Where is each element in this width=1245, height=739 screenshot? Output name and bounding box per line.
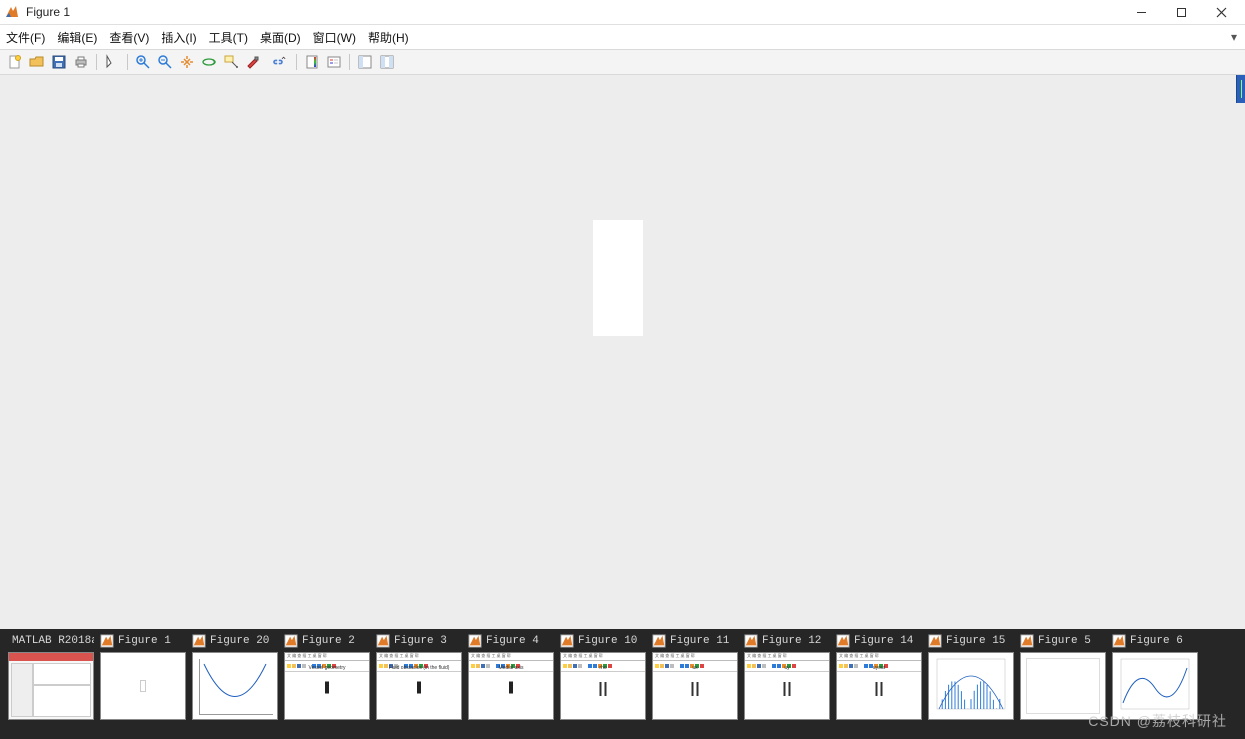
taskbar-item[interactable]: Figure 14文 编 查 插 工 桌 窗 帮uyout — [836, 633, 922, 739]
menu-desktop[interactable]: 桌面(D) — [260, 29, 301, 46]
menu-chevron-icon[interactable]: ▾ — [1231, 30, 1237, 44]
minimize-button[interactable] — [1121, 0, 1161, 24]
plot-content-rect — [593, 220, 643, 336]
menu-help[interactable]: 帮助(H) — [368, 29, 409, 46]
print-button[interactable] — [71, 52, 91, 72]
taskbar-item[interactable]: Figure 11文 编 查 插 工 桌 窗 帮ux — [652, 633, 738, 739]
data-cursor-button[interactable] — [221, 52, 241, 72]
edit-plot-button[interactable] — [102, 52, 122, 72]
window-title: Figure 1 — [26, 5, 70, 19]
taskbar-item-label: Figure 12 — [762, 635, 821, 647]
rotate-3d-button[interactable] — [199, 52, 219, 72]
taskbar-item-label: Figure 14 — [854, 635, 913, 647]
zoom-in-button[interactable] — [133, 52, 153, 72]
taskbar-item[interactable]: Figure 3文 编 查 插 工 桌 窗 帮Fluid obstacles (… — [376, 633, 462, 739]
taskbar: MATLAB R2018a Figure 1 Figure 20 Figure 2文 … — [0, 629, 1245, 739]
link-data-button[interactable] — [265, 52, 291, 72]
save-button[interactable] — [49, 52, 69, 72]
menubar: 文件(F) 编辑(E) 查看(V) 插入(I) 工具(T) 桌面(D) 窗口(W… — [0, 25, 1245, 49]
brush-button[interactable] — [243, 52, 263, 72]
taskbar-item[interactable]: Figure 15 — [928, 633, 1014, 739]
taskbar-item[interactable]: MATLAB R2018a — [8, 633, 94, 739]
taskbar-item[interactable]: Figure 10文 编 查 插 工 桌 窗 帮rho — [560, 633, 646, 739]
taskbar-item[interactable]: Figure 2文 编 查 插 工 桌 窗 帮Vessel geometry — [284, 633, 370, 739]
taskbar-item-label: MATLAB R2018a — [12, 635, 94, 647]
taskbar-item-label: Figure 1 — [118, 635, 171, 647]
taskbar-item-label: Figure 11 — [670, 635, 729, 647]
taskbar-item-label: Figure 10 — [578, 635, 637, 647]
insert-legend-button[interactable] — [324, 52, 344, 72]
insert-colorbar-button[interactable] — [302, 52, 322, 72]
taskbar-item[interactable]: Figure 1 — [100, 633, 186, 739]
titlebar: Figure 1 — [0, 0, 1245, 25]
show-plot-tools-button[interactable] — [377, 52, 397, 72]
menu-window[interactable]: 窗口(W) — [313, 29, 356, 46]
maximize-button[interactable] — [1161, 0, 1201, 24]
taskbar-item[interactable]: Figure 5 — [1020, 633, 1106, 739]
taskbar-item-label: Figure 4 — [486, 635, 539, 647]
menu-insert[interactable]: 插入(I) — [161, 29, 196, 46]
taskbar-item-label: Figure 2 — [302, 635, 355, 647]
taskbar-item-label: Figure 15 — [946, 635, 1005, 647]
taskbar-item-label: Figure 20 — [210, 635, 269, 647]
close-button[interactable] — [1201, 0, 1241, 24]
app-icon — [4, 4, 20, 20]
open-button[interactable] — [27, 52, 47, 72]
taskbar-item-label: Figure 5 — [1038, 635, 1091, 647]
taskbar-item-label: Figure 6 — [1130, 635, 1183, 647]
new-figure-button[interactable] — [5, 52, 25, 72]
pan-button[interactable] — [177, 52, 197, 72]
taskbar-item[interactable]: Figure 4文 编 查 插 工 桌 窗 帮Medial axis — [468, 633, 554, 739]
menu-tools[interactable]: 工具(T) — [209, 29, 248, 46]
taskbar-item[interactable]: Figure 6 — [1112, 633, 1198, 739]
dock-indicator[interactable] — [1236, 75, 1245, 103]
menu-file[interactable]: 文件(F) — [6, 29, 45, 46]
taskbar-item[interactable]: Figure 20 — [192, 633, 278, 739]
menu-view[interactable]: 查看(V) — [109, 29, 149, 46]
toolbar-separator — [127, 54, 128, 70]
toolbar — [0, 49, 1245, 75]
toolbar-separator — [349, 54, 350, 70]
taskbar-item-label: Figure 3 — [394, 635, 447, 647]
figure-canvas[interactable] — [0, 75, 1245, 629]
menu-edit[interactable]: 编辑(E) — [57, 29, 97, 46]
taskbar-item[interactable]: Figure 12文 编 查 插 工 桌 窗 帮uy — [744, 633, 830, 739]
toolbar-separator — [96, 54, 97, 70]
hide-plot-tools-button[interactable] — [355, 52, 375, 72]
toolbar-separator — [296, 54, 297, 70]
zoom-out-button[interactable] — [155, 52, 175, 72]
